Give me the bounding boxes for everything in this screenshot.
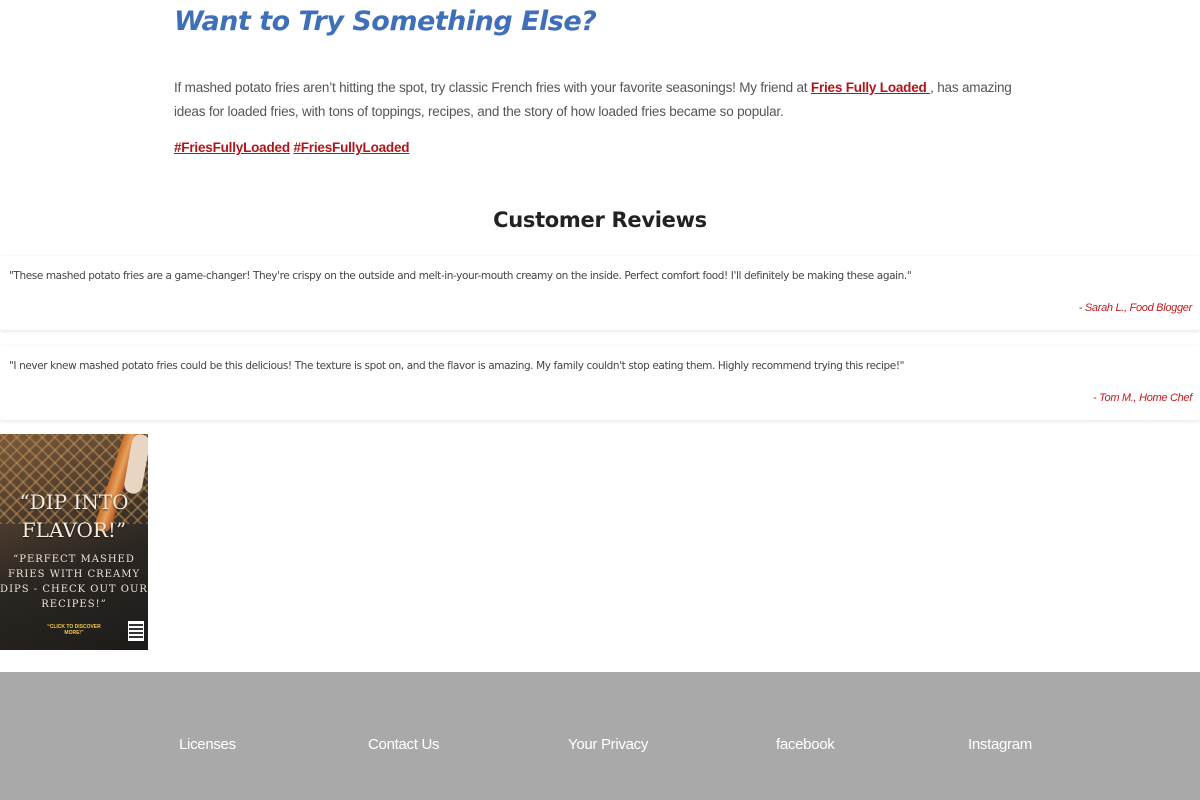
- reviews-title: Customer Reviews: [493, 208, 707, 232]
- fries-fully-loaded-link[interactable]: Fries Fully Loaded: [811, 80, 930, 95]
- review-card: "I never knew mashed potato fries could …: [0, 346, 1200, 420]
- footer-link-your-privacy[interactable]: Your Privacy: [568, 736, 648, 753]
- promo-cta: “CLICK TO DISCOVER MORE!”: [47, 624, 101, 636]
- review-text: "These mashed potato fries are a game-ch…: [9, 270, 912, 282]
- promo-headline: “DIP INTO FLAVOR!”: [19, 490, 129, 542]
- review-text: "I never knew mashed potato fries could …: [9, 360, 905, 372]
- hashtag-link-2[interactable]: #FriesFullyLoaded: [293, 140, 409, 155]
- review-author: - Sarah L., Food Blogger: [1078, 302, 1193, 314]
- review-author: - Tom M., Home Chef: [1092, 392, 1192, 404]
- promo-subtext: “PERFECT MASHED FRIES WITH CREAMY DIPS -…: [0, 554, 148, 610]
- promo-banner-image[interactable]: “DIP INTO FLAVOR!” “PERFECT MASHED FRIES…: [0, 434, 148, 650]
- intro-text-before: If mashed potato fries aren’t hitting th…: [174, 80, 811, 95]
- hashtag-row: #FriesFullyLoaded #FriesFullyLoaded: [174, 140, 410, 155]
- qr-code-icon: [128, 621, 144, 641]
- hashtag-link-1[interactable]: #FriesFullyLoaded: [174, 140, 290, 155]
- site-footer: Licenses Contact Us Your Privacy faceboo…: [0, 672, 1200, 800]
- review-card: "These mashed potato fries are a game-ch…: [0, 256, 1200, 330]
- footer-link-facebook[interactable]: facebook: [776, 736, 835, 753]
- intro-paragraph: If mashed potato fries aren’t hitting th…: [174, 76, 1014, 124]
- footer-link-contact-us[interactable]: Contact Us: [368, 736, 440, 753]
- footer-link-instagram[interactable]: Instagram: [968, 736, 1032, 753]
- section-heading: Want to Try Something Else?: [174, 6, 597, 37]
- footer-link-licenses[interactable]: Licenses: [179, 736, 236, 753]
